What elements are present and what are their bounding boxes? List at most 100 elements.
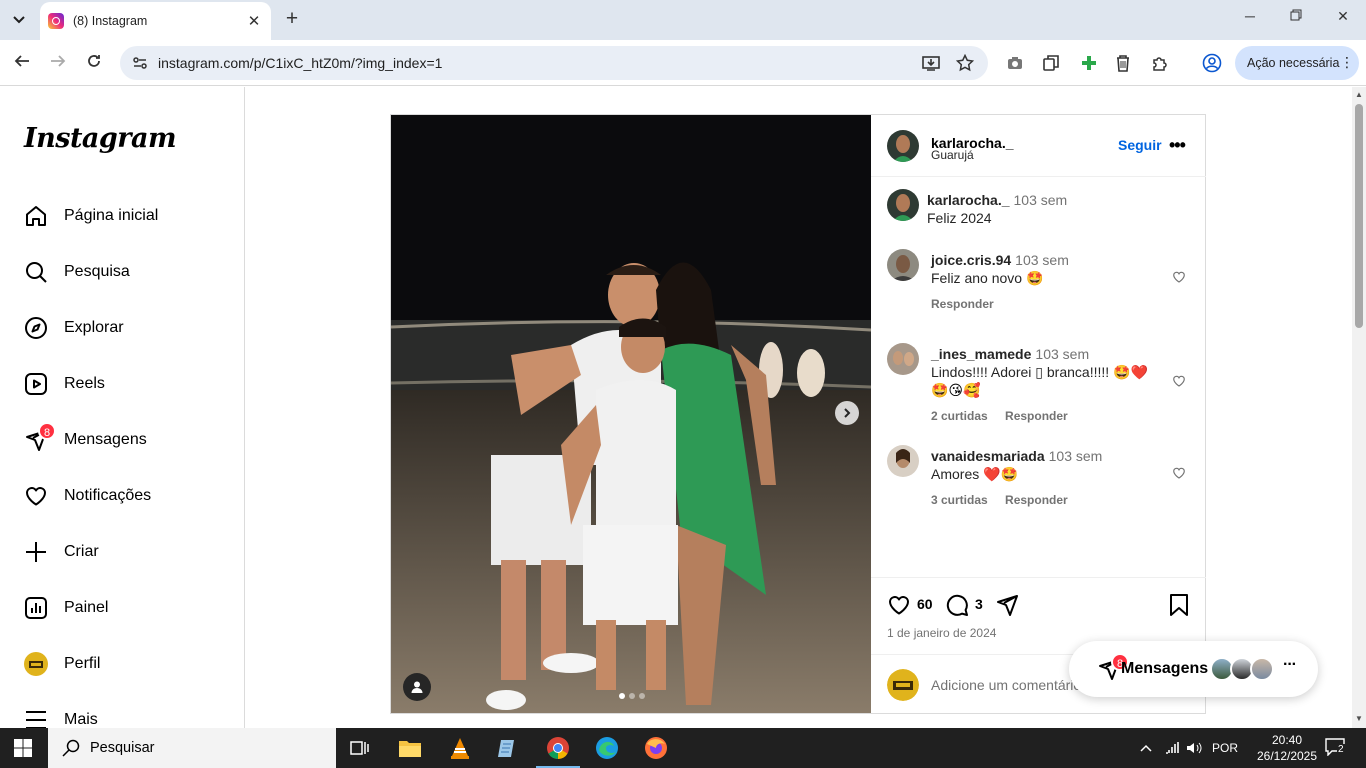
extensions-puzzle-icon[interactable] — [1149, 52, 1171, 74]
sidebar-item-label: Notificações — [64, 487, 152, 504]
caption-username[interactable]: karlarocha._ — [927, 192, 1010, 208]
carousel-next-button[interactable] — [835, 401, 859, 425]
sidebar-item-notifications[interactable]: Notificações — [12, 472, 232, 520]
windows-start-icon[interactable] — [14, 739, 32, 757]
comment-username[interactable]: _ines_mamede — [931, 346, 1031, 362]
follow-button[interactable]: Seguir — [1118, 137, 1162, 153]
restore-icon[interactable] — [1286, 8, 1306, 24]
action-needed-button[interactable]: Ação necessária ⋮ — [1235, 46, 1359, 80]
sidebar-item-label: Explorar — [64, 319, 124, 336]
notepad-app-icon[interactable] — [494, 734, 522, 762]
green-extension-icon[interactable] — [1078, 52, 1100, 74]
sidebar-item-home[interactable]: Página inicial — [12, 192, 232, 240]
more-options-icon[interactable]: ••• — [1169, 135, 1186, 156]
post-location[interactable]: Guarujá — [931, 148, 974, 162]
like-count[interactable]: 60 — [917, 596, 933, 612]
edge-icon[interactable] — [593, 734, 621, 762]
reply-button[interactable]: Responder — [1005, 409, 1068, 423]
clock-time: 20:40 — [1271, 733, 1303, 747]
post-photo[interactable] — [391, 115, 871, 713]
copy-extension-icon[interactable] — [1040, 52, 1062, 74]
minimize-icon[interactable]: ─ — [1240, 8, 1260, 24]
comment-item: _ines_mamede 103 sem Lindos!!!! Adorei ▯ … — [887, 343, 1190, 429]
taskbar-clock[interactable]: 20:40 26/12/2025 — [1255, 732, 1319, 764]
author-avatar[interactable] — [887, 129, 919, 162]
taskbar-search[interactable]: Pesquisar — [48, 728, 336, 768]
sidebar-item-label: Painel — [64, 599, 109, 616]
close-tab-icon[interactable]: ✕ — [245, 12, 263, 30]
save-bookmark-icon[interactable] — [1167, 593, 1191, 617]
sidebar-item-reels[interactable]: Reels — [12, 360, 232, 408]
back-button[interactable] — [10, 51, 34, 75]
comment-username[interactable]: vanaidesmariada — [931, 448, 1045, 464]
post-date[interactable]: 1 de janeiro de 2024 — [887, 626, 996, 640]
comment-username[interactable]: joice.cris.94 — [931, 252, 1011, 268]
address-bar[interactable]: instagram.com/p/C1ixC_htZ0m/?img_index=1 — [120, 46, 988, 80]
tagged-users-button[interactable] — [403, 673, 431, 701]
profile-account-icon[interactable] — [1201, 52, 1223, 74]
reply-button[interactable]: Responder — [931, 297, 994, 311]
trash-extension-icon[interactable] — [1112, 52, 1134, 74]
chrome-icon[interactable] — [536, 734, 580, 768]
install-app-icon[interactable] — [920, 52, 942, 74]
like-comment-icon[interactable] — [1172, 466, 1186, 480]
messages-badge: 8 — [38, 422, 56, 440]
site-info-icon[interactable] — [132, 55, 148, 71]
add-comment-input[interactable]: Adicione um comentário... — [931, 677, 1093, 693]
browser-tab-instagram[interactable]: (8) Instagram ✕ — [40, 2, 271, 40]
sidebar-item-messages[interactable]: 8 Mensagens — [12, 416, 232, 464]
sidebar-item-label: Mensagens — [64, 431, 147, 448]
comment-like-count[interactable]: 2 curtidas — [931, 409, 988, 423]
profile-avatar — [24, 652, 48, 676]
scroll-up-icon[interactable]: ▲ — [1355, 90, 1363, 99]
family-beach-night-photo — [391, 115, 871, 713]
reload-button[interactable] — [82, 51, 106, 75]
sidebar-item-label: Perfil — [64, 655, 101, 672]
instagram-logo[interactable]: Instagram — [24, 123, 177, 154]
like-comment-icon[interactable] — [1172, 270, 1186, 284]
reload-icon — [88, 55, 100, 67]
page-scrollbar[interactable]: ▲ ▼ — [1352, 87, 1366, 728]
notification-center-icon[interactable]: 2 — [1325, 738, 1345, 757]
commenter-avatar[interactable] — [887, 445, 919, 477]
sidebar-item-dashboard[interactable]: Painel — [12, 584, 232, 632]
sidebar-item-profile[interactable]: Perfil — [12, 640, 232, 688]
comment-like-count[interactable]: 3 curtidas — [931, 493, 988, 507]
volume-icon[interactable] — [1186, 728, 1202, 768]
network-icon[interactable] — [1164, 728, 1180, 768]
close-window-icon[interactable]: ✕ — [1333, 8, 1353, 25]
dashboard-icon — [24, 596, 48, 620]
tray-overflow-icon[interactable] — [1140, 728, 1152, 768]
share-icon[interactable] — [995, 593, 1019, 617]
messages-floating-button[interactable]: 8 Mensagens ··· — [1069, 641, 1318, 697]
like-icon[interactable] — [887, 593, 911, 617]
instagram-sidebar: Instagram Página inicial Pesquisa Explor… — [0, 87, 245, 729]
vlc-icon[interactable] — [446, 734, 474, 762]
task-view-icon[interactable] — [346, 734, 374, 762]
tab-search-button[interactable] — [6, 7, 32, 33]
new-tab-button[interactable]: + — [281, 8, 303, 30]
bookmark-star-icon[interactable] — [954, 52, 976, 74]
commenter-avatar[interactable] — [887, 343, 919, 375]
camera-extension-icon[interactable] — [1004, 52, 1026, 74]
scroll-down-icon[interactable]: ▼ — [1355, 714, 1363, 723]
input-language[interactable]: POR — [1212, 728, 1238, 768]
comment-icon[interactable] — [945, 593, 969, 617]
comment-time: 103 sem — [1048, 448, 1103, 464]
arrow-left-icon — [14, 55, 29, 67]
comment-count[interactable]: 3 — [975, 596, 983, 612]
sidebar-item-label: Criar — [64, 543, 99, 560]
browser-menu-icon[interactable]: ⋮ — [1340, 54, 1354, 71]
commenter-avatar[interactable] — [887, 249, 919, 281]
sidebar-item-explore[interactable]: Explorar — [12, 304, 232, 352]
sidebar-item-search[interactable]: Pesquisa — [12, 248, 232, 296]
tab-title: (8) Instagram — [73, 14, 148, 28]
file-explorer-icon[interactable] — [396, 734, 424, 762]
reply-button[interactable]: Responder — [1005, 493, 1068, 507]
like-comment-icon[interactable] — [1172, 374, 1186, 388]
sidebar-item-create[interactable]: Criar — [12, 528, 232, 576]
caption-author-avatar[interactable] — [887, 189, 919, 221]
forward-button[interactable] — [46, 51, 70, 75]
firefox-icon[interactable] — [642, 734, 670, 762]
scroll-thumb[interactable] — [1355, 104, 1363, 328]
